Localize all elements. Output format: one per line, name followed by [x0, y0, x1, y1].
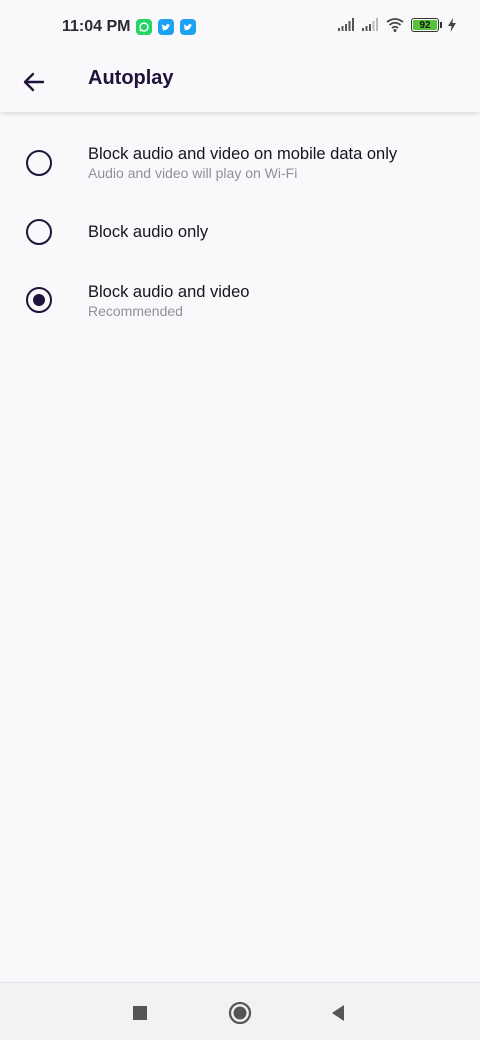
radio-button[interactable]	[26, 219, 52, 245]
home-button[interactable]	[226, 999, 254, 1027]
status-bar: 11:04 PM 92	[0, 0, 480, 56]
option-subtitle: Recommended	[88, 303, 183, 319]
option-label: Block audio and video on mobile data onl…	[88, 145, 398, 163]
option-block-audio-only[interactable]: Block audio only	[0, 208, 480, 256]
twitter-icon	[158, 19, 174, 35]
charging-icon	[448, 18, 456, 32]
status-indicators: 92	[337, 17, 456, 33]
signal-icon	[362, 18, 378, 31]
app-bar: Autoplay	[0, 56, 480, 112]
radio-dot	[33, 294, 45, 306]
option-subtitle: Audio and video will play on Wi-Fi	[88, 165, 298, 181]
back-button[interactable]	[12, 60, 56, 104]
home-circle-icon	[228, 1001, 252, 1025]
system-nav-bar	[0, 982, 480, 1040]
nav-back-button[interactable]	[324, 999, 352, 1027]
recents-square-icon	[133, 1006, 147, 1020]
back-triangle-icon	[332, 1005, 344, 1021]
page-title: Autoplay	[88, 67, 174, 89]
battery-cap	[440, 22, 442, 28]
whatsapp-icon	[136, 19, 152, 35]
arrow-left-icon	[23, 72, 45, 92]
option-block-mobile-data[interactable]: Block audio and video on mobile data onl…	[0, 128, 480, 196]
option-label: Block audio only	[88, 223, 209, 241]
notification-icons	[136, 19, 196, 35]
battery-level: 92	[419, 19, 431, 31]
option-label: Block audio and video	[88, 283, 250, 301]
option-block-audio-video[interactable]: Block audio and video Recommended	[0, 268, 480, 336]
recents-button[interactable]	[126, 999, 154, 1027]
signal-icon	[338, 18, 354, 31]
status-time: 11:04 PM	[62, 18, 131, 35]
wifi-icon	[386, 18, 404, 32]
radio-button-selected[interactable]	[26, 287, 52, 313]
radio-button[interactable]	[26, 150, 52, 176]
battery-icon: 92	[411, 18, 439, 32]
twitter-icon	[180, 19, 196, 35]
